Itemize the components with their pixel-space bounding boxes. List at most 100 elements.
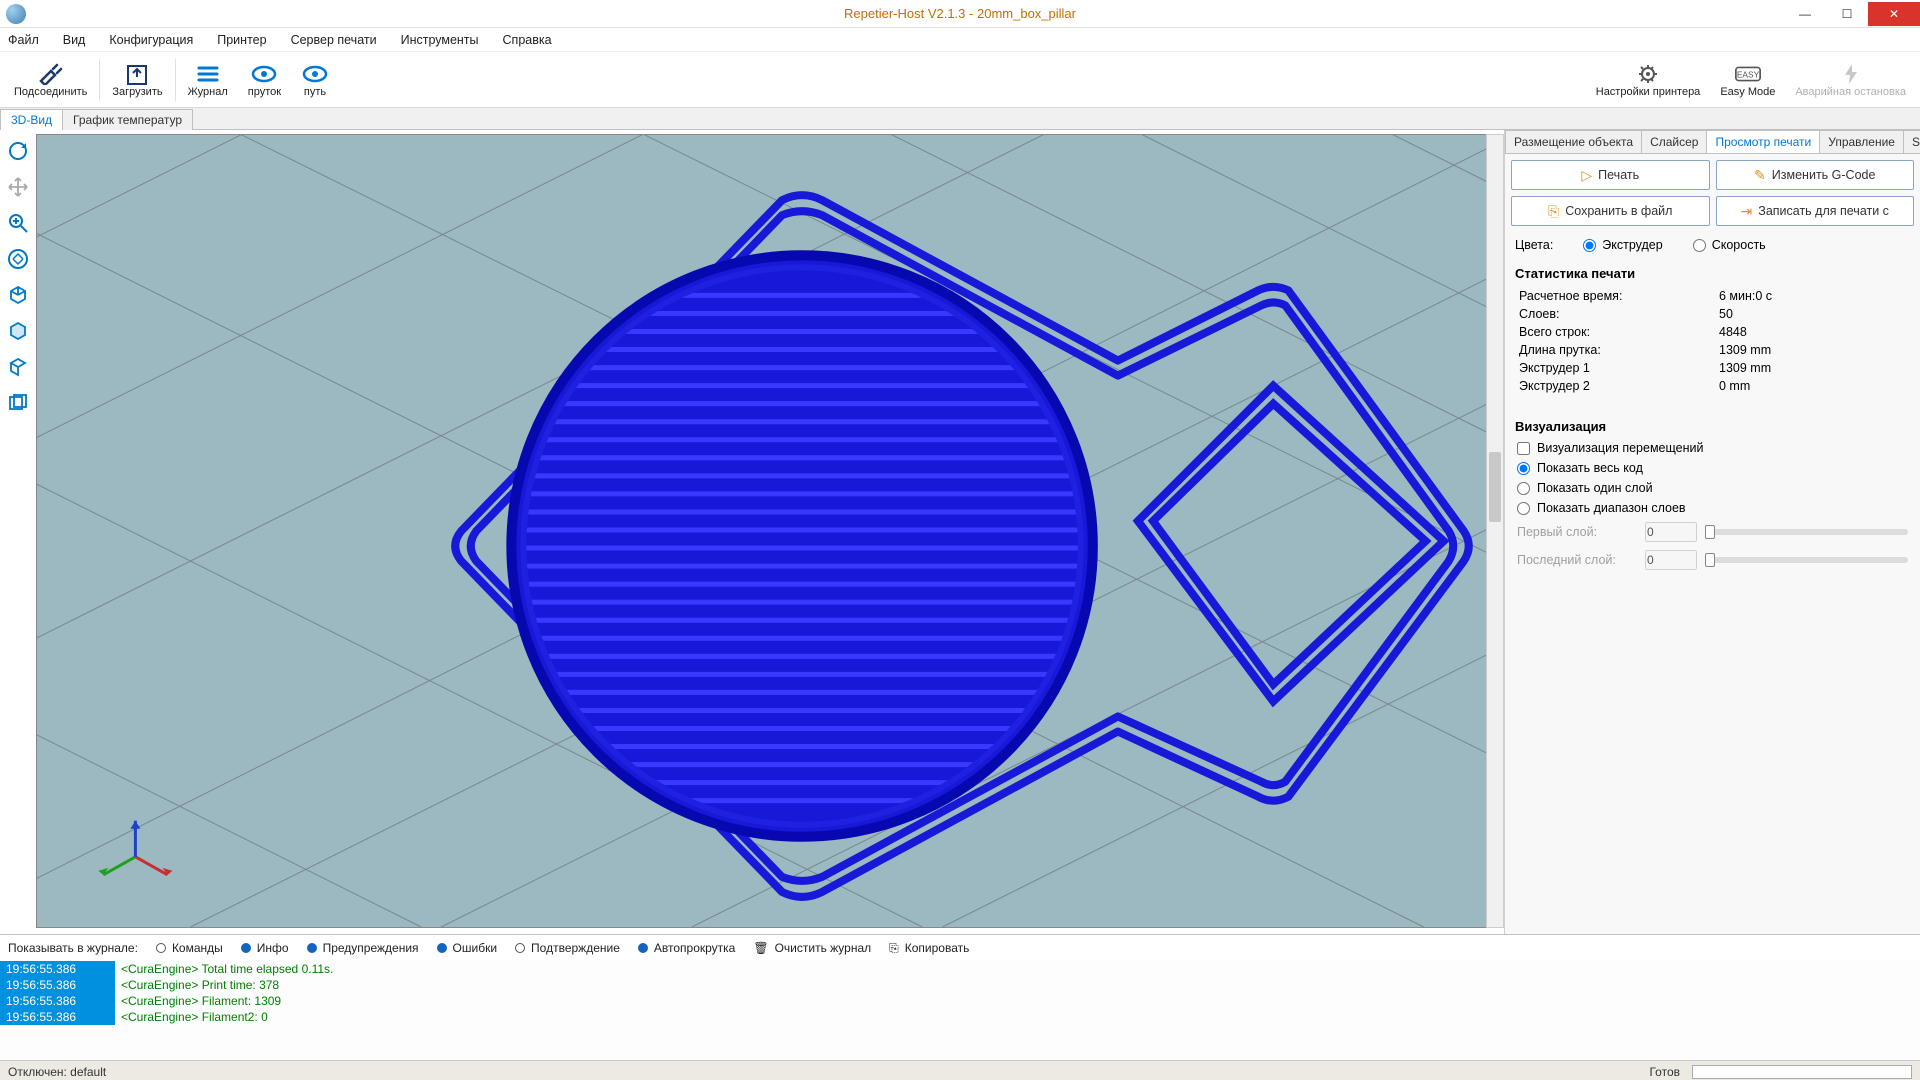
vis-one-radio[interactable]: Показать один слой (1511, 478, 1914, 498)
main-area: Размещение объекта Слайсер Просмотр печа… (0, 130, 1920, 934)
log-line: 19:56:55.386<CuraEngine> Filament2: 0 (0, 1009, 1920, 1025)
printer-settings-button[interactable]: Настройки принтера (1586, 60, 1711, 100)
log-icon (194, 62, 222, 86)
easy-icon: EASY (1734, 62, 1762, 86)
menu-config[interactable]: Конфигурация (107, 31, 195, 49)
log-err-toggle[interactable]: Ошибки (437, 941, 498, 955)
log-panel: Показывать в журнале: Команды Инфо Преду… (0, 934, 1920, 1060)
rtab-placement[interactable]: Размещение объекта (1505, 130, 1642, 153)
log-button[interactable]: Журнал (178, 60, 238, 100)
filament-button[interactable]: пруток (238, 60, 291, 100)
log-info-toggle[interactable]: Инфо (241, 941, 289, 955)
rtab-preview[interactable]: Просмотр печати (1706, 130, 1820, 153)
svg-text:EASY: EASY (1737, 69, 1760, 79)
colors-row: Цвета: Экструдер Скорость (1511, 232, 1914, 258)
gear-icon (1634, 62, 1662, 86)
last-layer-slider[interactable] (1705, 557, 1908, 563)
estop-label: Аварийная остановка (1795, 86, 1906, 98)
3d-viewport[interactable] (36, 134, 1498, 928)
load-label: Загрузить (112, 86, 162, 98)
path-button[interactable]: путь (291, 60, 339, 100)
rtab-control[interactable]: Управление (1819, 130, 1904, 153)
color-extruder-radio[interactable]: Экструдер (1583, 238, 1662, 252)
log-auto-toggle[interactable]: Автопрокрутка (638, 941, 735, 955)
first-layer-input[interactable] (1645, 522, 1697, 542)
filament-label: пруток (248, 86, 281, 98)
connect-button[interactable]: Подсоединить (4, 60, 97, 100)
load-button[interactable]: Загрузить (102, 60, 172, 100)
viewport-svg (37, 135, 1497, 927)
stat-row: Всего строк:4848 (1519, 323, 1906, 341)
first-layer-slider[interactable] (1705, 529, 1908, 535)
path-label: путь (304, 86, 326, 98)
play-icon: ▷ (1581, 167, 1592, 184)
log-clear-button[interactable]: 🗑Очистить журнал (753, 941, 871, 955)
top-view-tool[interactable] (3, 352, 33, 382)
zoom-tool[interactable] (3, 208, 33, 238)
fit-tool[interactable] (3, 244, 33, 274)
vis-all-radio[interactable]: Показать весь код (1511, 458, 1914, 478)
log-copy-button[interactable]: ⎘Копировать (889, 941, 969, 956)
stats-header: Статистика печати (1511, 258, 1914, 285)
parallel-tool[interactable] (3, 388, 33, 418)
rtab-sdcard[interactable]: SD-карта (1903, 130, 1920, 153)
vis-range-radio[interactable]: Показать диапазон слоев (1511, 498, 1914, 518)
connect-label: Подсоединить (14, 86, 87, 98)
easy-mode-button[interactable]: EASY Easy Mode (1710, 60, 1785, 100)
tab-tempgraph[interactable]: График температур (62, 109, 193, 130)
menu-file[interactable]: Файл (6, 31, 41, 49)
view-toolbar (3, 136, 33, 418)
window-buttons: — ☐ ✕ (1784, 2, 1920, 26)
maximize-button[interactable]: ☐ (1826, 2, 1868, 26)
write-sd-button[interactable]: ⇥Записать для печати с (1716, 196, 1915, 226)
last-layer-input[interactable] (1645, 550, 1697, 570)
emergency-stop-button[interactable]: Аварийная остановка (1785, 60, 1916, 100)
tab-3dview[interactable]: 3D-Вид (0, 109, 63, 130)
progress-bar (1692, 1065, 1912, 1079)
colors-label: Цвета: (1515, 238, 1553, 252)
easy-label: Easy Mode (1720, 86, 1775, 98)
print-button[interactable]: ▷Печать (1511, 160, 1710, 190)
load-icon (123, 62, 151, 86)
app-name: Repetier-Host V2.1.3 (844, 6, 965, 21)
menu-view[interactable]: Вид (61, 31, 88, 49)
stat-row: Экструдер 20 mm (1519, 377, 1906, 395)
log-cmds-toggle[interactable]: Команды (156, 941, 223, 955)
rtab-slicer[interactable]: Слайсер (1641, 130, 1707, 153)
vis-header: Визуализация (1511, 411, 1914, 438)
window-title: Repetier-Host V2.1.3 - 20mm_box_pillar (844, 6, 1076, 21)
save-file-button[interactable]: ⎘Сохранить в файл (1511, 196, 1710, 226)
front-view-tool[interactable] (3, 316, 33, 346)
main-tabstrip: 3D-Вид График температур (0, 108, 1920, 130)
menu-help[interactable]: Справка (501, 31, 554, 49)
log-ack-toggle[interactable]: Подтверждение (515, 941, 620, 955)
menu-printserver[interactable]: Сервер печати (289, 31, 379, 49)
vis-moves-check[interactable]: Визуализация перемещений (1511, 438, 1914, 458)
log-line: 19:56:55.386<CuraEngine> Total time elap… (0, 961, 1920, 977)
move-tool[interactable] (3, 172, 33, 202)
rotate-tool[interactable] (3, 136, 33, 166)
stat-row: Экструдер 11309 mm (1519, 359, 1906, 377)
last-layer-row: Последний слой: (1511, 546, 1914, 574)
log-lines[interactable]: 19:56:55.386<CuraEngine> Total time elap… (0, 961, 1920, 1060)
eye-icon (250, 62, 278, 86)
log-label: Журнал (188, 86, 228, 98)
menu-printer[interactable]: Принтер (215, 31, 268, 49)
menu-tools[interactable]: Инструменты (399, 31, 481, 49)
copy-icon: ⎘ (889, 941, 899, 956)
close-button[interactable]: ✕ (1868, 2, 1920, 26)
log-warn-toggle[interactable]: Предупреждения (307, 941, 419, 955)
first-layer-label: Первый слой: (1517, 525, 1637, 539)
toolbar: Подсоединить Загрузить Журнал пруток пут… (0, 52, 1920, 108)
edit-gcode-button[interactable]: ✎Изменить G-Code (1716, 160, 1915, 190)
stats-table: Расчетное время:6 мин:0 сСлоев:50Всего с… (1511, 285, 1914, 397)
right-tabstrip: Размещение объекта Слайсер Просмотр печа… (1505, 130, 1920, 154)
color-speed-radio[interactable]: Скорость (1693, 238, 1766, 252)
viewport-wrap (0, 130, 1504, 934)
right-panel: Размещение объекта Слайсер Просмотр печа… (1504, 130, 1920, 934)
log-toolbar: Показывать в журнале: Команды Инфо Преду… (0, 935, 1920, 961)
viewport-scrollbar[interactable] (1486, 134, 1504, 928)
minimize-button[interactable]: — (1784, 2, 1826, 26)
send-icon: ⇥ (1741, 203, 1753, 220)
iso-view-tool[interactable] (3, 280, 33, 310)
